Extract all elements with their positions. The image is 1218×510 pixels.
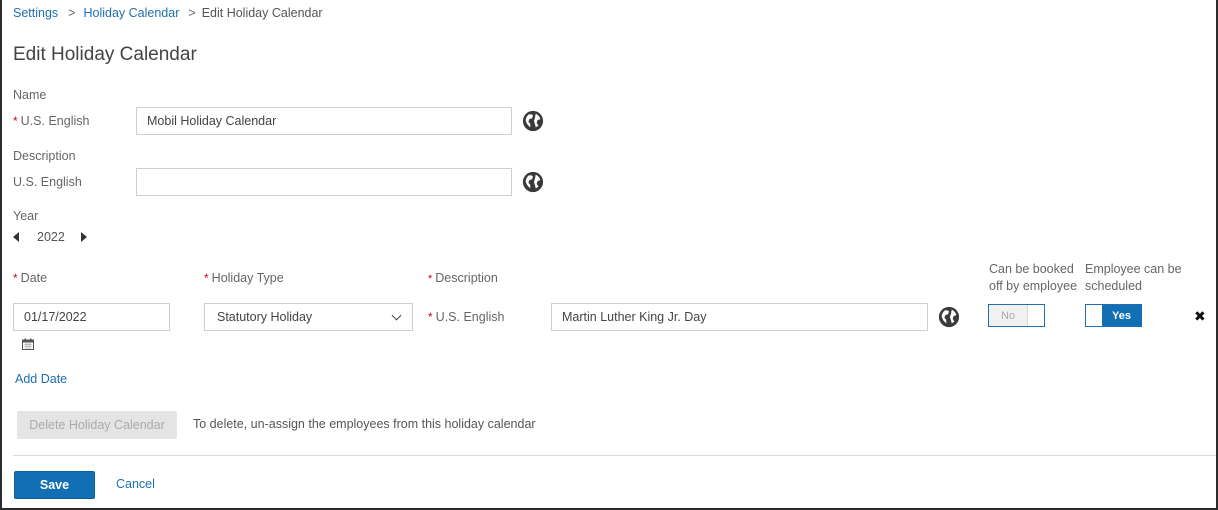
description-section-label: Description: [13, 149, 76, 163]
globe-icon[interactable]: [522, 110, 544, 132]
page-title: Edit Holiday Calendar: [13, 44, 197, 65]
breadcrumb-separator: >: [188, 6, 196, 20]
can-schedule-state: Yes: [1102, 305, 1141, 326]
cancel-link[interactable]: Cancel: [116, 477, 155, 491]
name-section-label: Name: [13, 88, 47, 102]
name-input[interactable]: [136, 107, 512, 135]
holiday-type-header-label: Holiday Type: [211, 271, 284, 285]
delete-holiday-calendar-button[interactable]: Delete Holiday Calendar: [17, 411, 177, 439]
divider: [13, 455, 1216, 456]
column-header-date: * Date: [13, 270, 47, 287]
breadcrumb-holiday-calendar[interactable]: Holiday Calendar: [83, 6, 179, 20]
breadcrumb-settings[interactable]: Settings: [13, 6, 58, 20]
column-header-can-schedule: Employee can be scheduled: [1085, 262, 1182, 293]
calendar-icon[interactable]: [22, 338, 34, 350]
next-year-icon[interactable]: [80, 232, 87, 242]
toggle-knob: [1028, 305, 1044, 326]
required-marker: *: [13, 114, 18, 128]
remove-date-icon[interactable]: ✖: [1194, 308, 1206, 325]
can-schedule-toggle[interactable]: Yes: [1085, 304, 1142, 327]
breadcrumb: Settings > Holiday Calendar > Edit Holid…: [13, 6, 323, 20]
column-header-description: * Description: [428, 270, 498, 288]
year-label: Year: [13, 209, 39, 223]
row-description-lang-label: * U.S. English: [428, 310, 504, 324]
description-lang-label: U.S. English: [13, 175, 82, 189]
row-description-lang-text: U.S. English: [435, 310, 505, 324]
name-lang-label: U.S. English: [20, 114, 90, 128]
holiday-type-select[interactable]: Statutory Holiday: [204, 303, 413, 331]
required-marker: *: [428, 310, 433, 324]
column-header-can-book-off: Can be booked off by employee: [989, 262, 1078, 293]
description-input[interactable]: [136, 168, 512, 196]
breadcrumb-separator: >: [68, 6, 76, 20]
globe-icon[interactable]: [522, 171, 544, 193]
year-value: 2022: [37, 230, 65, 244]
year-stepper: 2022: [13, 230, 87, 244]
save-button[interactable]: Save: [14, 471, 95, 499]
required-marker: *: [204, 271, 209, 285]
name-field-label: * U.S. English: [13, 114, 89, 128]
can-book-off-toggle[interactable]: No: [988, 304, 1045, 327]
date-header-label: Date: [20, 271, 48, 285]
delete-hint-text: To delete, un-assign the employees from …: [193, 417, 536, 431]
globe-icon[interactable]: [938, 306, 960, 328]
can-book-off-state: No: [989, 305, 1028, 326]
add-date-link[interactable]: Add Date: [15, 372, 67, 386]
window-frame: [0, 0, 1218, 510]
toggle-knob: [1086, 305, 1102, 326]
date-input[interactable]: [13, 303, 170, 331]
chevron-down-icon: [391, 310, 402, 320]
column-header-holiday-type: * Holiday Type: [204, 270, 284, 287]
required-marker: *: [428, 273, 433, 285]
required-marker: *: [13, 271, 18, 285]
holiday-description-input[interactable]: [551, 303, 928, 331]
holiday-type-value: Statutory Holiday: [217, 310, 313, 324]
previous-year-icon[interactable]: [13, 232, 19, 242]
breadcrumb-current: Edit Holiday Calendar: [201, 6, 323, 20]
description-header-label: Description: [435, 271, 498, 285]
